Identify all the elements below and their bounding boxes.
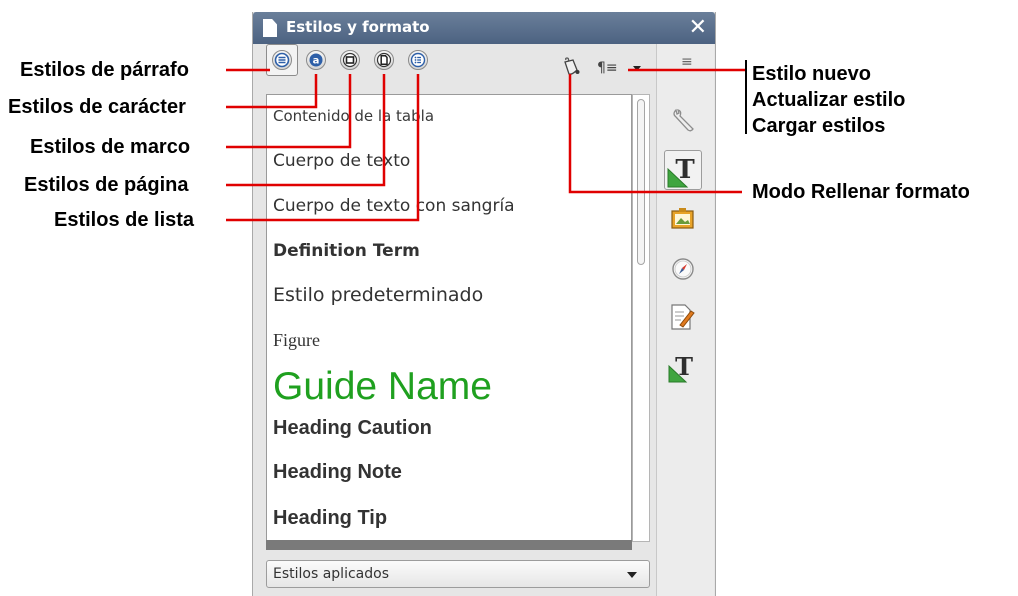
callout-list-styles: Estilos de lista xyxy=(54,209,195,231)
callout-character-styles: Estilos de carácter xyxy=(8,96,186,118)
callout-paragraph-styles: Estilos de párrafo xyxy=(20,59,189,81)
callout-load-styles: Cargar estilos xyxy=(752,115,886,137)
callout-frame-styles: Estilos de marco xyxy=(30,136,191,158)
callout-update-style: Actualizar estilo xyxy=(752,89,906,111)
callout-fill-format-mode: Modo Rellenar formato xyxy=(752,181,970,203)
callout-page-styles: Estilos de página xyxy=(24,174,189,196)
callout-new-style: Estilo nuevo xyxy=(752,63,871,85)
